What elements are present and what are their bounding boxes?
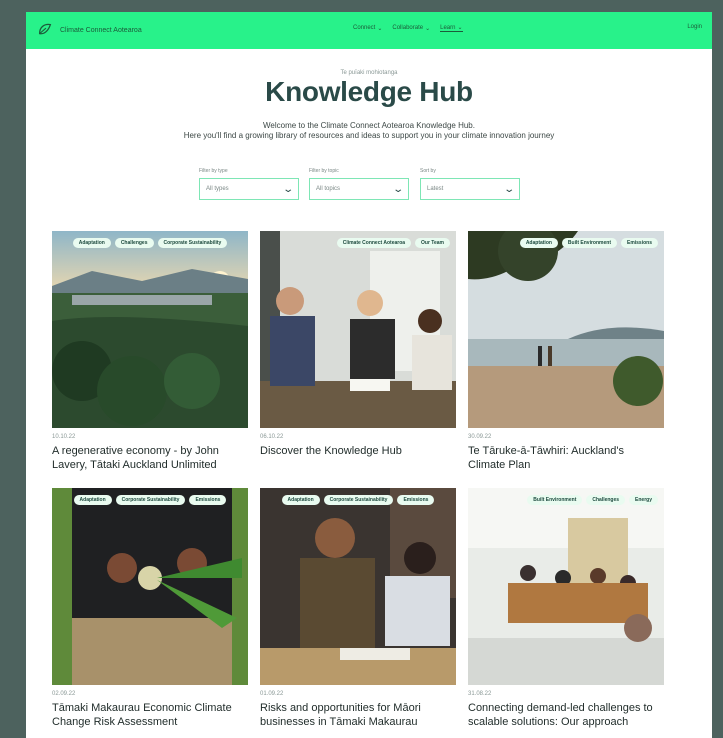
menu-item-label: Connect [353, 25, 376, 31]
top-navigation-bar: Climate Connect Aotearoa Connect ⌄ Colla… [26, 12, 712, 49]
login-link[interactable]: Login [687, 24, 702, 30]
hands-onions-photo [52, 488, 248, 685]
tag[interactable]: Corporate Sustainability [157, 238, 228, 248]
card-image: Adaptation Challenges Corporate Sustaina… [52, 231, 248, 428]
tag-list: Built Environment Challenges Energy [468, 495, 658, 505]
intro-line: Here you'll find a growing library of re… [183, 131, 555, 140]
logo-icon [38, 23, 52, 35]
card-image: Adaptation Corporate Sustainability Emis… [52, 488, 248, 685]
tag[interactable]: Emissions [189, 495, 227, 505]
card-date: 30.09.22 [468, 434, 492, 440]
menu-item-label: Collaborate [392, 25, 424, 31]
card-image: Built Environment Challenges Energy [468, 488, 664, 685]
landscape-image [52, 231, 248, 428]
tag[interactable]: Challenges [114, 238, 154, 248]
tag-list: Climate Connect Aotearoa Our Team [260, 238, 450, 248]
card-date: 31.08.22 [468, 691, 492, 697]
tag[interactable]: Adaptation [72, 238, 111, 248]
workshop-photo [468, 488, 664, 685]
filter-value: All topics [316, 186, 341, 192]
article-card[interactable]: Adaptation Corporate Sustainability Emis… [260, 488, 456, 729]
article-card[interactable]: Climate Connect Aotearoa Our Team 06.10.… [260, 231, 456, 458]
card-date: 02.09.22 [52, 691, 76, 697]
filter-value: All types [206, 186, 229, 192]
collaboration-photo [260, 488, 456, 685]
tag-list: Adaptation Challenges Corporate Sustaina… [52, 238, 248, 248]
tag[interactable]: Built Environment [527, 495, 583, 505]
main-menu: Connect ⌄ Collaborate ⌄ Learn ⌄ [353, 24, 463, 32]
menu-item-label: Learn [440, 24, 456, 31]
article-card[interactable]: Built Environment Challenges Energy 31.0… [468, 488, 664, 729]
tag[interactable]: Built Environment [561, 238, 617, 248]
tag[interactable]: Adaptation [73, 495, 112, 505]
page-title: Knowledge Hub [265, 76, 473, 107]
sort-select[interactable]: Latest ⌄ [420, 178, 520, 200]
meeting-photo [260, 231, 456, 428]
filter-sort: Sort by Latest ⌄ [420, 168, 520, 200]
chevron-down-icon: ⌄ [425, 25, 431, 32]
card-image: Adaptation Corporate Sustainability Emis… [260, 488, 456, 685]
card-title[interactable]: Discover the Knowledge Hub [260, 444, 456, 458]
card-date: 06.10.22 [260, 434, 284, 440]
tag[interactable]: Adaptation [281, 495, 320, 505]
tag[interactable]: Adaptation [519, 238, 558, 248]
menu-item-collaborate[interactable]: Collaborate ⌄ [392, 24, 430, 32]
tag[interactable]: Corporate Sustainability [115, 495, 186, 505]
filter-label: Sort by [420, 168, 436, 174]
tag[interactable]: Climate Connect Aotearoa [336, 238, 412, 248]
article-card[interactable]: Adaptation Built Environment Emissions 3… [468, 231, 664, 472]
card-title[interactable]: Te Tāruke-ā-Tāwhiri: Auckland's Climate … [468, 444, 664, 472]
tag[interactable]: Emissions [397, 495, 435, 505]
card-title[interactable]: Risks and opportunities for Māori busine… [260, 701, 456, 729]
card-title[interactable]: A regenerative economy - by John Lavery,… [52, 444, 248, 472]
chevron-down-icon: ⌄ [457, 25, 463, 31]
filter-label: Filter by topic [309, 168, 339, 174]
tag[interactable]: Challenges [586, 495, 626, 505]
menu-item-connect[interactable]: Connect ⌄ [353, 24, 382, 32]
chevron-down-icon: ⌄ [281, 183, 294, 195]
intro-line: Welcome to the Climate Connect Aotearoa … [263, 121, 475, 130]
filter-type: Filter by type All types ⌄ [199, 168, 299, 200]
chevron-down-icon: ⌄ [502, 183, 515, 195]
card-image: Adaptation Built Environment Emissions [468, 231, 664, 428]
filter-label: Filter by type [199, 168, 228, 174]
card-title[interactable]: Connecting demand-led challenges to scal… [468, 701, 664, 729]
card-image: Climate Connect Aotearoa Our Team [260, 231, 456, 428]
filter-type-select[interactable]: All types ⌄ [199, 178, 299, 200]
tag[interactable]: Our Team [415, 238, 450, 248]
menu-item-learn[interactable]: Learn ⌄ [440, 24, 463, 32]
filter-value: Latest [427, 186, 444, 192]
filter-topic-select[interactable]: All topics ⌄ [309, 178, 409, 200]
filter-topic: Filter by topic All topics ⌄ [309, 168, 409, 200]
article-card[interactable]: Adaptation Corporate Sustainability Emis… [52, 488, 248, 729]
brand-logo-link[interactable]: Climate Connect Aotearoa [36, 21, 142, 39]
tag-list: Adaptation Built Environment Emissions [468, 238, 658, 248]
beach-photo [468, 231, 664, 428]
tag-list: Adaptation Corporate Sustainability Emis… [260, 495, 456, 505]
tag[interactable]: Emissions [620, 238, 658, 248]
tag-list: Adaptation Corporate Sustainability Emis… [52, 495, 248, 505]
page-intro: Welcome to the Climate Connect Aotearoa … [26, 121, 712, 141]
page: Climate Connect Aotearoa Connect ⌄ Colla… [26, 12, 712, 738]
card-date: 10.10.22 [52, 434, 76, 440]
chevron-down-icon: ⌄ [391, 183, 404, 195]
brand-name: Climate Connect Aotearoa [60, 26, 142, 34]
tag[interactable]: Corporate Sustainability [323, 495, 394, 505]
chevron-down-icon: ⌄ [377, 25, 383, 32]
card-date: 01.09.22 [260, 691, 284, 697]
card-title[interactable]: Tāmaki Makaurau Economic Climate Change … [52, 701, 248, 729]
tag[interactable]: Energy [629, 495, 658, 505]
article-card[interactable]: Adaptation Challenges Corporate Sustaina… [52, 231, 248, 472]
